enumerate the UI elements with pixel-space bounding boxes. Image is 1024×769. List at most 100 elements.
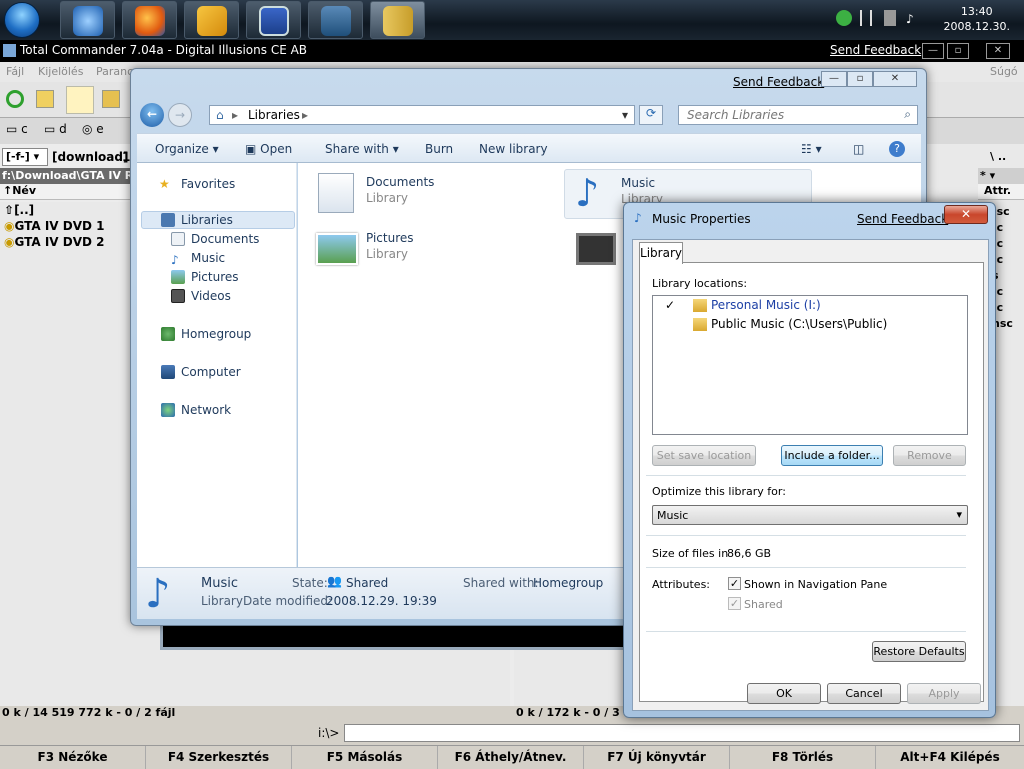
nav-pictures[interactable]: Pictures <box>171 268 239 286</box>
taskbar-button-libraries[interactable] <box>370 1 425 39</box>
tab-library[interactable]: Library <box>639 242 683 264</box>
dialog-close-button[interactable]: ✕ <box>944 205 988 224</box>
file-row[interactable]: ⇧[..] <box>4 202 34 218</box>
right-filter: * <box>980 169 986 182</box>
taskbar-button-thunderbird[interactable] <box>60 1 115 39</box>
network-icon[interactable] <box>860 10 872 26</box>
nav-network[interactable]: Network <box>161 401 231 419</box>
right-column-header[interactable]: Attr. <box>978 184 1024 200</box>
taskbar-button-firefox[interactable] <box>122 1 177 39</box>
nav-libraries[interactable]: Libraries <box>161 211 233 229</box>
attributes-label: Attributes: <box>652 578 711 591</box>
forward-arrow-icon[interactable]: → <box>168 103 192 127</box>
file-row[interactable]: ◉GTA IV DVD 2 <box>4 234 105 250</box>
explorer-close-button[interactable]: ✕ <box>873 71 917 87</box>
computer-icon <box>161 365 175 379</box>
optimize-select[interactable]: Music ▾ <box>652 505 968 525</box>
location-row[interactable]: Public Music (C:\Users\Public) <box>653 315 967 334</box>
drive-e-button[interactable]: ◎ e <box>82 122 104 138</box>
library-item-documents[interactable]: Documents Library <box>310 169 550 219</box>
divider <box>646 631 966 632</box>
location-row[interactable]: ✓ Personal Music (I:) <box>653 296 967 315</box>
tc-send-feedback-link[interactable]: Send Feedback <box>830 43 921 57</box>
locations-list[interactable]: ✓ Personal Music (I:) Public Music (C:\U… <box>652 295 968 435</box>
nav-videos[interactable]: Videos <box>171 287 231 305</box>
set-save-location-button[interactable]: Set save location <box>652 445 756 466</box>
tc-close-button[interactable]: ✕ <box>986 43 1010 59</box>
burn-button[interactable]: Burn <box>425 142 453 156</box>
menu-help[interactable]: Súgó <box>990 65 1018 78</box>
f8-delete-button[interactable]: F8 Törlés <box>730 746 876 769</box>
preview-pane-icon[interactable]: ◫ <box>853 142 864 156</box>
ok-button[interactable]: OK <box>747 683 821 704</box>
nav-music[interactable]: ♪ Music <box>171 249 225 267</box>
share-with-button[interactable]: Share with ▾ <box>325 142 399 156</box>
f7-mkdir-button[interactable]: F7 Új könyvtár <box>584 746 730 769</box>
remove-button[interactable]: Remove <box>893 445 966 466</box>
brief-view-icon[interactable] <box>66 86 94 114</box>
drive-d-button[interactable]: ▭ d <box>44 122 67 138</box>
f3-view-button[interactable]: F3 Nézőke <box>0 746 146 769</box>
column-attr[interactable]: Attr. <box>984 184 1011 197</box>
nav-pane-checkbox[interactable]: ✓ <box>728 577 741 590</box>
menu-mark[interactable]: Kijelölés <box>38 65 83 78</box>
cmd-input[interactable] <box>344 724 1020 742</box>
address-bar[interactable]: ⌂ ▸ Libraries ▸ ▾ <box>209 105 635 125</box>
nav-homegroup[interactable]: Homegroup <box>161 325 251 343</box>
shared-checkbox[interactable]: ✓ <box>728 597 741 610</box>
taskbar-button-save[interactable] <box>246 1 301 39</box>
cancel-button[interactable]: Cancel <box>827 683 901 704</box>
altf4-exit-button[interactable]: Alt+F4 Kilépés <box>876 746 1024 769</box>
f4-edit-button[interactable]: F4 Szerkesztés <box>146 746 292 769</box>
drive-c-button[interactable]: ▭ c <box>6 122 28 138</box>
help-icon[interactable]: ? <box>889 141 905 157</box>
volume-icon[interactable]: ♪ <box>906 12 920 26</box>
menu-file[interactable]: Fájl <box>6 65 24 78</box>
homegroup-icon <box>161 327 175 341</box>
right-path-bar[interactable]: * ▾ <box>978 168 1024 184</box>
library-tab-page: Library locations: ✓ Personal Music (I:)… <box>639 262 984 702</box>
open-button[interactable]: ▣ Open <box>245 142 292 156</box>
f6-move-button[interactable]: F6 Áthely/Átnev. <box>438 746 584 769</box>
user-status-icon[interactable] <box>836 10 852 26</box>
restore-defaults-button[interactable]: Restore Defaults <box>872 641 966 662</box>
organize-label: Organize <box>155 142 209 156</box>
f5-copy-button[interactable]: F5 Másolás <box>292 746 438 769</box>
refresh-icon[interactable] <box>6 90 24 108</box>
details-modified-label: Date modified: <box>243 594 333 608</box>
dialog-send-feedback-link[interactable]: Send Feedback <box>857 212 948 226</box>
include-folder-button[interactable]: Include a folder... <box>781 445 883 466</box>
explorer-maximize-button[interactable]: ▫ <box>847 71 873 87</box>
library-item-videos[interactable] <box>568 225 618 275</box>
right-path-combo[interactable]: \ .. <box>990 150 1006 163</box>
tc-minimize-button[interactable]: — <box>922 43 944 59</box>
tree-icon[interactable] <box>36 90 54 108</box>
library-item-pictures[interactable]: Pictures Library <box>310 225 550 275</box>
new-library-button[interactable]: New library <box>479 142 548 156</box>
device-icon[interactable] <box>884 10 896 26</box>
taskbar-button-app[interactable] <box>308 1 363 39</box>
address-dropdown-icon[interactable]: ▾ <box>622 108 628 122</box>
folder-tree-icon[interactable] <box>102 90 120 108</box>
library-icon: ⌂ <box>216 108 224 122</box>
nav-computer[interactable]: Computer <box>161 363 241 381</box>
left-drive-combo[interactable]: [-f-] ▾ <box>2 148 48 166</box>
tc-maximize-button[interactable]: ▫ <box>947 43 969 59</box>
clock[interactable]: 13:40 2008.12.30. <box>944 4 1010 34</box>
nav-documents[interactable]: Documents <box>171 230 259 248</box>
column-name[interactable]: ↑Név <box>3 184 36 197</box>
nav-favorites[interactable]: ★ Favorites <box>159 175 235 193</box>
refresh-icon[interactable]: ⟳ <box>639 105 663 125</box>
left-status: 0 k / 14 519 772 k - 0 / 2 fájl <box>2 706 176 719</box>
apply-button[interactable]: Apply <box>907 683 981 704</box>
start-button[interactable] <box>4 2 40 38</box>
views-icon[interactable]: ☷ ▾ <box>801 142 822 156</box>
search-input[interactable]: Search Libraries ⌕ <box>678 105 918 125</box>
back-arrow-icon[interactable]: ← <box>140 103 164 127</box>
taskbar-button-winamp[interactable] <box>184 1 239 39</box>
explorer-minimize-button[interactable]: — <box>821 71 847 87</box>
explorer-send-feedback-link[interactable]: Send Feedback <box>733 75 824 89</box>
folder-icon <box>693 318 707 331</box>
organize-button[interactable]: Organize ▾ <box>155 142 219 156</box>
file-row[interactable]: ◉GTA IV DVD 1 <box>4 218 105 234</box>
